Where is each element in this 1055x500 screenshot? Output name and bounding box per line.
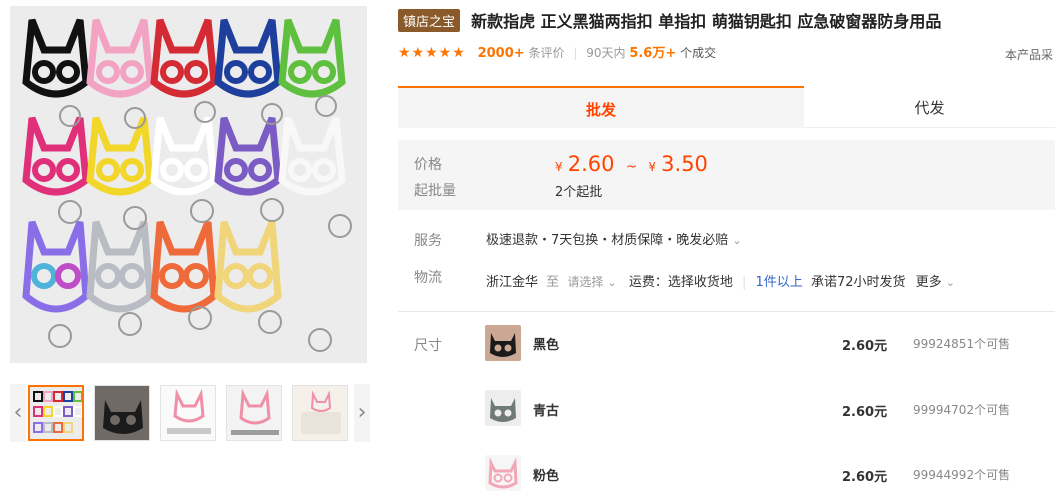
title-row: 镇店之宝 新款指虎 正义黑猫两指扣 单指扣 萌猫钥匙扣 应急破窗器防身用品 [398, 8, 941, 32]
sku-thumbnail-black [485, 325, 521, 361]
section-divider [398, 311, 1055, 312]
quantity-tier: 1件以上 [755, 275, 803, 290]
size-label: 尺寸 [414, 338, 442, 354]
sku-row[interactable]: 青古 2.60元 99994702个可售 [485, 388, 1055, 428]
sku-price: 2.60元 [842, 470, 888, 485]
chevron-down-icon: ⌄ [732, 234, 742, 247]
destination-placeholder: 请选择 [567, 275, 604, 289]
chevron-right-icon: › [357, 400, 367, 425]
price-range: ¥ 2.60 ~ ¥ 3.50 [555, 152, 708, 176]
currency-symbol: ¥ [648, 160, 657, 174]
sku-row[interactable]: 黑色 2.60元 99924851个可售 [485, 323, 1055, 363]
purchase-tabs: 批发 代发 [398, 86, 1055, 128]
thumbnail-1[interactable] [28, 385, 84, 441]
moq-value: 2个起批 [555, 185, 603, 200]
sku-row[interactable]: 粉色 2.60元 99944992个可售 [485, 453, 1055, 493]
more-dropdown[interactable]: 更多 ⌄ [916, 275, 955, 290]
divider: | [573, 46, 578, 60]
sku-price: 2.60元 [842, 339, 888, 354]
moq-label: 起批量 [414, 183, 456, 199]
star-rating-icon: ★★★★★ [398, 45, 466, 61]
sku-stock: 99994702个可售 [913, 403, 1011, 417]
price-min: 2.60 [567, 152, 615, 176]
thumbnail-prev-button[interactable]: ‹ [10, 384, 26, 442]
sold-count: 5.6万+ [629, 46, 677, 61]
destination-select[interactable]: 请选择 ⌄ [563, 275, 621, 290]
service-dropdown[interactable]: 极速退款・7天包换・材质保障・晚发必赔 ⌄ [486, 229, 742, 248]
chevron-left-icon: ‹ [13, 400, 23, 425]
more-label: 更多 [915, 275, 942, 290]
store-badge: 镇店之宝 [398, 8, 461, 32]
cat-keychains-photo [10, 6, 367, 363]
period-label: 90天内 [586, 46, 626, 60]
sku-name: 黑色 [533, 338, 560, 353]
price-label: 价格 [414, 157, 442, 173]
thumbnail-2-image [95, 386, 149, 440]
sku-qinggu-image [485, 390, 521, 426]
origin-city: 浙江金华 [486, 275, 539, 290]
review-label: 条评价 [528, 46, 565, 60]
to-label: 至 [546, 275, 560, 290]
thumbnail-4[interactable] [226, 385, 282, 441]
main-product-image[interactable] [10, 6, 367, 363]
sku-thumbnail-qinggu [485, 390, 521, 426]
tab-wholesale[interactable]: 批发 [398, 86, 804, 128]
sku-thumbnail-pink [485, 455, 521, 491]
thumbnail-5-image [293, 386, 347, 440]
logistics-label: 物流 [414, 270, 442, 286]
thumbnail-5[interactable] [292, 385, 348, 441]
currency-symbol: ¥ [555, 160, 563, 174]
sold-label: 个成交 [680, 46, 717, 60]
sku-price: 2.60元 [842, 405, 888, 420]
chevron-down-icon: ⌄ [607, 276, 617, 289]
sku-black-image [485, 325, 521, 361]
service-text: 极速退款・7天包换・材质保障・晚发必赔 [486, 233, 729, 248]
logistics-row: 浙江金华 至 请选择 ⌄ 运费：选择收货地 | 1件以上 承诺72小时发货 更多… [486, 271, 955, 290]
sku-name: 青古 [533, 404, 560, 419]
thumbnail-4-image [227, 386, 281, 440]
price-max: 3.50 [661, 152, 708, 176]
chevron-down-icon: ⌄ [945, 276, 955, 289]
right-note: 本产品采 [1005, 48, 1054, 62]
sku-stock: 99944992个可售 [913, 468, 1011, 482]
thumbnail-3[interactable] [160, 385, 216, 441]
product-title: 新款指虎 正义黑猫两指扣 单指扣 萌猫钥匙扣 应急破窗器防身用品 [471, 12, 942, 31]
price-box: 价格 ¥ 2.60 ~ ¥ 3.50 起批量 2个起批 [398, 140, 1055, 210]
rating-row: ★★★★★ 2000+ 条评价 | 90天内 5.6万+ 个成交 [398, 42, 716, 62]
sku-pink-image [485, 455, 521, 491]
thumbnail-3-image [161, 386, 215, 440]
thumbnail-strip: ‹ › [10, 384, 372, 442]
shipping-promise: 承诺72小时发货 [810, 275, 906, 290]
divider: | [741, 275, 747, 290]
review-count[interactable]: 2000+ [478, 46, 525, 61]
shipping-fee: 运费：选择收货地 [628, 275, 733, 290]
sku-stock: 99924851个可售 [913, 337, 1011, 351]
price-range-tilde: ~ [625, 159, 638, 175]
tab-dropship[interactable]: 代发 [804, 86, 1055, 128]
thumbnail-2[interactable] [94, 385, 150, 441]
service-label: 服务 [414, 233, 442, 249]
sku-name: 粉色 [533, 469, 560, 484]
thumbnail-next-button[interactable]: › [354, 384, 370, 442]
thumbnail-1-image [30, 387, 82, 439]
